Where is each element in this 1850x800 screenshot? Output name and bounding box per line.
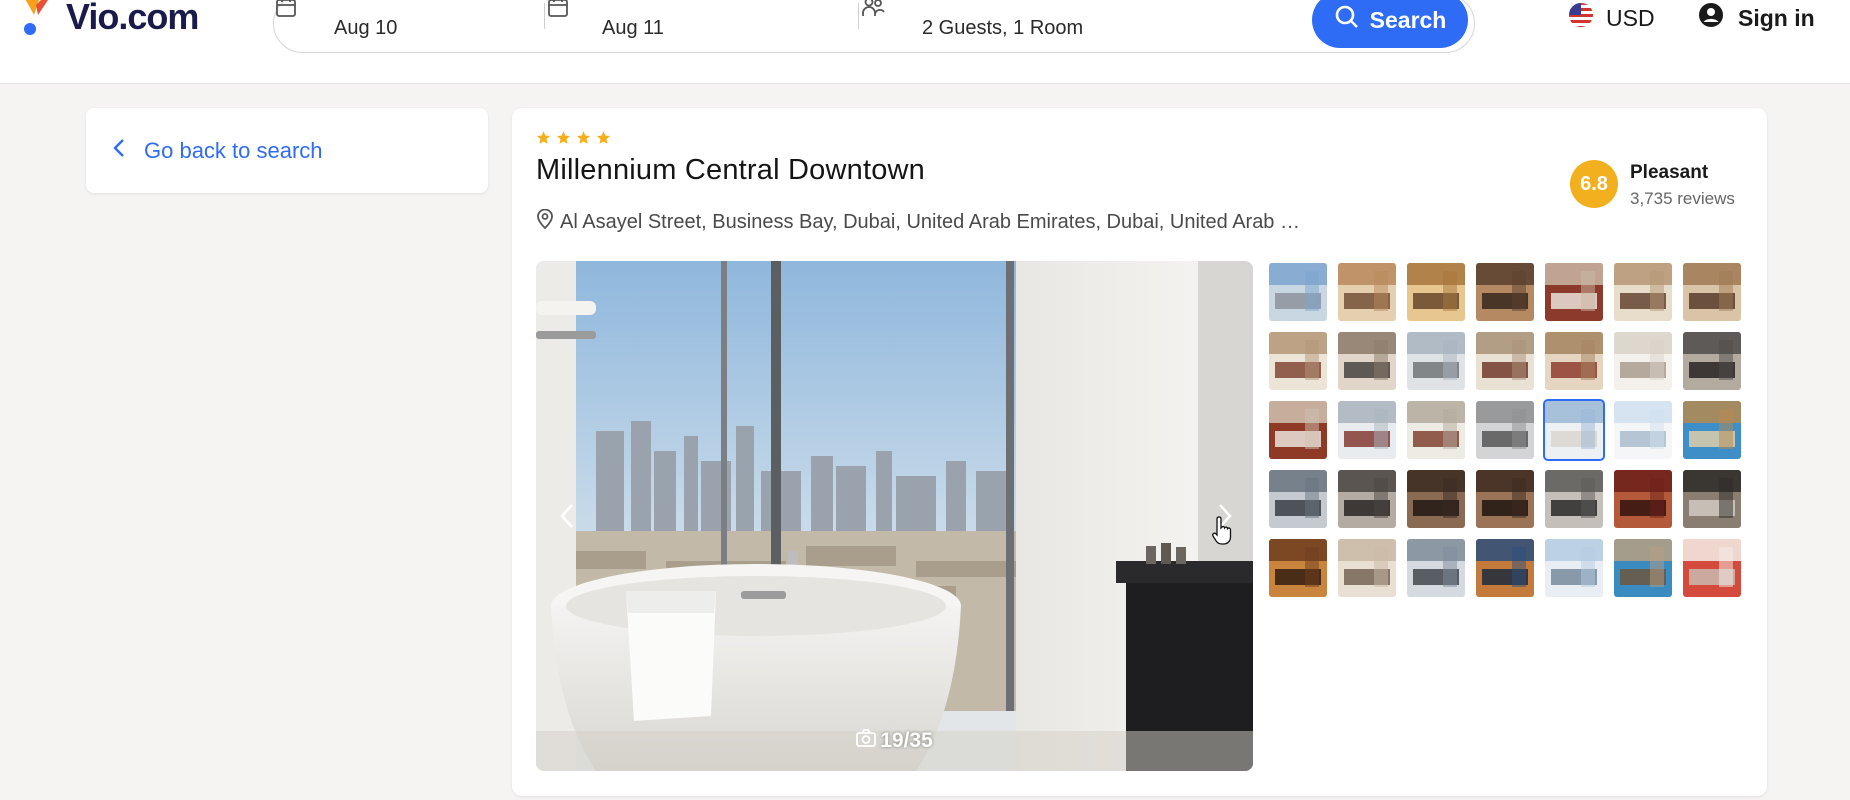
currency-selector[interactable]: USD [1568, 2, 1655, 34]
photo-thumbnail[interactable] [1476, 401, 1534, 459]
photo-thumbnail[interactable] [1545, 263, 1603, 321]
photo-thumbnail[interactable] [1545, 539, 1603, 597]
checkout-date: Aug 11 [602, 17, 664, 39]
photo-thumbnail[interactable] [1269, 263, 1327, 321]
star-icon [556, 130, 571, 150]
photo-thumbnail[interactable] [1407, 263, 1465, 321]
photo-thumbnail[interactable] [1614, 263, 1672, 321]
checkin-date: Aug 10 [334, 17, 398, 39]
bathroom-photo [536, 261, 1253, 771]
photo-thumbnail[interactable] [1407, 470, 1465, 528]
photo-thumbnail[interactable] [1338, 263, 1396, 321]
search-button-label: Search [1369, 6, 1447, 33]
logo-mark-icon [18, 0, 64, 37]
previous-photo-button[interactable] [558, 501, 576, 536]
chevron-left-icon [112, 137, 126, 165]
photo-thumbnail[interactable] [1338, 332, 1396, 390]
photo-thumbnail[interactable] [1269, 401, 1327, 459]
photo-thumbnail[interactable] [1476, 263, 1534, 321]
rating-score-badge: 6.8 [1570, 160, 1618, 208]
guests-icon [860, 0, 886, 23]
star-icon [596, 130, 611, 150]
photo-thumbnail[interactable] [1476, 539, 1534, 597]
hotel-address: Al Asayel Street, Business Bay, Dubai, U… [536, 208, 1300, 235]
photo-thumbnail[interactable] [1614, 470, 1672, 528]
photo-thumbnail[interactable] [1338, 539, 1396, 597]
go-back-button[interactable]: Go back to search [86, 108, 488, 193]
photo-thumbnail[interactable] [1543, 399, 1605, 461]
checkout-field[interactable]: Aug 11 [546, 0, 806, 52]
calendar-icon [546, 0, 570, 23]
guests-text: 2 Guests, 1 Room [922, 17, 1084, 39]
photo-thumbnail[interactable] [1683, 539, 1741, 597]
photo-thumbnail[interactable] [1545, 470, 1603, 528]
divider [544, 3, 545, 29]
photo-thumbnail[interactable] [1269, 332, 1327, 390]
user-icon [1698, 2, 1724, 34]
photo-thumbnail[interactable] [1407, 539, 1465, 597]
photo-thumbnail[interactable] [1614, 539, 1672, 597]
photo-thumbnail[interactable] [1545, 332, 1603, 390]
photo-counter-text: 19/35 [880, 729, 933, 752]
photo-thumbnail[interactable] [1407, 401, 1465, 459]
sign-in-label: Sign in [1738, 4, 1815, 31]
top-header: Vio.com Aug 10 Aug 11 2 Guests, 1 Room S… [0, 0, 1850, 84]
logo-text: Vio.com [66, 0, 199, 37]
logo[interactable]: Vio.com [18, 0, 199, 42]
sign-in-button[interactable]: Sign in [1698, 2, 1815, 34]
photo-thumbnail[interactable] [1683, 332, 1741, 390]
search-button[interactable]: Search [1312, 0, 1468, 48]
currency-label: USD [1606, 4, 1655, 31]
search-bar: Aug 10 Aug 11 2 Guests, 1 Room [273, 0, 1475, 53]
photo-thumbnail[interactable] [1269, 470, 1327, 528]
photo-counter: 19/35 [536, 729, 1253, 753]
main-photo[interactable]: 19/35 [536, 261, 1253, 771]
location-pin-icon [536, 208, 554, 235]
photo-thumbnail[interactable] [1683, 470, 1741, 528]
photo-thumbnail[interactable] [1683, 401, 1741, 459]
camera-icon [856, 729, 877, 753]
photo-thumbnail[interactable] [1614, 332, 1672, 390]
photo-thumbnail[interactable] [1407, 332, 1465, 390]
photo-thumbnail[interactable] [1683, 263, 1741, 321]
photo-thumbnail-grid [1269, 263, 1741, 597]
review-count[interactable]: 3,735 reviews [1630, 189, 1735, 209]
hand-cursor-icon [1212, 515, 1234, 550]
go-back-label: Go back to search [144, 137, 323, 163]
address-text: Al Asayel Street, Business Bay, Dubai, U… [560, 210, 1300, 233]
chevron-left-icon [560, 504, 573, 528]
divider [858, 3, 859, 29]
search-icon [1334, 4, 1360, 36]
photo-thumbnail[interactable] [1476, 332, 1534, 390]
hotel-details-card: Millennium Central Downtown Al Asayel St… [512, 108, 1767, 796]
calendar-icon [274, 0, 298, 23]
star-rating [536, 130, 611, 150]
photo-thumbnail[interactable] [1338, 401, 1396, 459]
star-icon [576, 130, 591, 150]
photo-thumbnail[interactable] [1476, 470, 1534, 528]
photo-thumbnail[interactable] [1614, 401, 1672, 459]
guests-field[interactable]: 2 Guests, 1 Room [860, 0, 1180, 52]
hotel-name: Millennium Central Downtown [536, 154, 925, 186]
us-flag-icon [1568, 2, 1594, 34]
rating-label: Pleasant [1630, 162, 1709, 183]
star-icon [536, 130, 551, 150]
photo-thumbnail[interactable] [1269, 539, 1327, 597]
checkin-field[interactable]: Aug 10 [274, 0, 534, 52]
photo-thumbnail[interactable] [1338, 470, 1396, 528]
